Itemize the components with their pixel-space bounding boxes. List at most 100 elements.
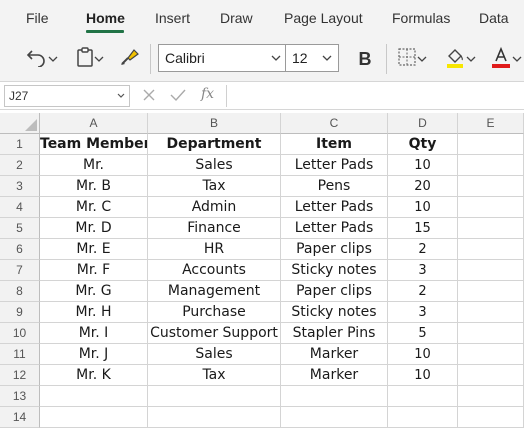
undo-button[interactable] — [20, 46, 64, 72]
select-all-button[interactable] — [0, 113, 40, 134]
table-cell[interactable]: 2 — [388, 281, 458, 302]
table-cell[interactable]: Tax — [148, 365, 281, 386]
row-header[interactable]: 2 — [0, 155, 40, 176]
table-cell[interactable]: Mr. I — [40, 323, 148, 344]
tab-data[interactable]: Data — [479, 10, 509, 26]
check-icon[interactable] — [170, 88, 186, 107]
tab-draw[interactable]: Draw — [220, 10, 253, 26]
empty-cell[interactable] — [458, 365, 524, 386]
column-header-d[interactable]: D — [388, 113, 458, 134]
format-painter-button[interactable] — [116, 46, 142, 72]
row-header[interactable]: 12 — [0, 365, 40, 386]
table-cell[interactable]: Purchase — [148, 302, 281, 323]
font-name-select[interactable]: Calibri — [158, 44, 286, 72]
table-cell[interactable]: Management — [148, 281, 281, 302]
table-cell[interactable]: Sales — [148, 155, 281, 176]
table-cell[interactable]: Mr. B — [40, 176, 148, 197]
table-cell[interactable]: Mr. H — [40, 302, 148, 323]
empty-cell[interactable] — [388, 386, 458, 407]
empty-cell[interactable] — [458, 218, 524, 239]
table-cell[interactable]: Mr. E — [40, 239, 148, 260]
row-header[interactable]: 11 — [0, 344, 40, 365]
empty-cell[interactable] — [458, 386, 524, 407]
empty-cell[interactable] — [458, 197, 524, 218]
table-cell[interactable]: 10 — [388, 344, 458, 365]
header-cell[interactable]: Qty — [388, 134, 458, 155]
table-cell[interactable]: Letter Pads — [281, 155, 388, 176]
column-header-b[interactable]: B — [148, 113, 281, 134]
table-cell[interactable]: Mr. G — [40, 281, 148, 302]
table-cell[interactable]: Marker — [281, 365, 388, 386]
empty-cell[interactable] — [148, 386, 281, 407]
table-cell[interactable]: Pens — [281, 176, 388, 197]
column-header-e[interactable]: E — [458, 113, 524, 134]
table-cell[interactable]: Mr. C — [40, 197, 148, 218]
table-cell[interactable]: 20 — [388, 176, 458, 197]
table-cell[interactable]: 10 — [388, 365, 458, 386]
table-cell[interactable]: 5 — [388, 323, 458, 344]
empty-cell[interactable] — [458, 323, 524, 344]
table-cell[interactable]: Mr. K — [40, 365, 148, 386]
row-header[interactable]: 6 — [0, 239, 40, 260]
table-cell[interactable]: Accounts — [148, 260, 281, 281]
empty-cell[interactable] — [40, 407, 148, 428]
borders-button[interactable] — [392, 46, 432, 72]
font-size-select[interactable]: 12 — [285, 44, 339, 72]
table-cell[interactable]: Admin — [148, 197, 281, 218]
table-cell[interactable]: Sticky notes — [281, 260, 388, 281]
table-cell[interactable]: 10 — [388, 155, 458, 176]
table-cell[interactable]: Mr. D — [40, 218, 148, 239]
table-cell[interactable]: Mr. J — [40, 344, 148, 365]
formula-input[interactable] — [226, 85, 524, 107]
empty-cell[interactable] — [458, 260, 524, 281]
table-cell[interactable]: 2 — [388, 239, 458, 260]
empty-cell[interactable] — [458, 407, 524, 428]
row-header[interactable]: 1 — [0, 134, 40, 155]
empty-cell[interactable] — [458, 344, 524, 365]
table-cell[interactable]: Letter Pads — [281, 197, 388, 218]
empty-cell[interactable] — [458, 155, 524, 176]
table-cell[interactable]: 15 — [388, 218, 458, 239]
column-header-a[interactable]: A — [40, 113, 148, 134]
table-cell[interactable]: 10 — [388, 197, 458, 218]
row-header[interactable]: 13 — [0, 386, 40, 407]
row-header[interactable]: 8 — [0, 281, 40, 302]
table-cell[interactable]: Mr. F — [40, 260, 148, 281]
table-cell[interactable]: Marker — [281, 344, 388, 365]
name-box[interactable]: J27 — [4, 85, 130, 107]
close-icon[interactable] — [142, 88, 156, 107]
tab-formulas[interactable]: Formulas — [392, 10, 450, 26]
header-cell[interactable]: Team Members — [40, 134, 148, 155]
row-header[interactable]: 5 — [0, 218, 40, 239]
table-cell[interactable]: Stapler Pins — [281, 323, 388, 344]
row-header[interactable]: 7 — [0, 260, 40, 281]
font-color-button[interactable] — [488, 46, 524, 72]
table-cell[interactable]: Paper clips — [281, 239, 388, 260]
row-header[interactable]: 14 — [0, 407, 40, 428]
table-cell[interactable]: Customer Support — [148, 323, 281, 344]
paste-button[interactable] — [70, 46, 110, 72]
table-cell[interactable]: Finance — [148, 218, 281, 239]
empty-cell[interactable] — [148, 407, 281, 428]
table-cell[interactable]: HR — [148, 239, 281, 260]
table-cell[interactable]: Letter Pads — [281, 218, 388, 239]
row-header[interactable]: 4 — [0, 197, 40, 218]
empty-cell[interactable] — [40, 386, 148, 407]
column-header-c[interactable]: C — [281, 113, 388, 134]
tab-file[interactable]: File — [26, 10, 49, 26]
empty-cell[interactable] — [458, 176, 524, 197]
empty-cell[interactable] — [458, 134, 524, 155]
tab-page-layout[interactable]: Page Layout — [284, 10, 363, 26]
table-cell[interactable]: Paper clips — [281, 281, 388, 302]
empty-cell[interactable] — [458, 239, 524, 260]
table-cell[interactable]: Mr. — [40, 155, 148, 176]
table-cell[interactable]: 3 — [388, 260, 458, 281]
header-cell[interactable]: Item — [281, 134, 388, 155]
table-cell[interactable]: Sales — [148, 344, 281, 365]
empty-cell[interactable] — [388, 407, 458, 428]
fill-color-button[interactable] — [440, 46, 480, 72]
row-header[interactable]: 3 — [0, 176, 40, 197]
empty-cell[interactable] — [281, 386, 388, 407]
bold-button[interactable]: B — [352, 46, 378, 72]
empty-cell[interactable] — [458, 302, 524, 323]
